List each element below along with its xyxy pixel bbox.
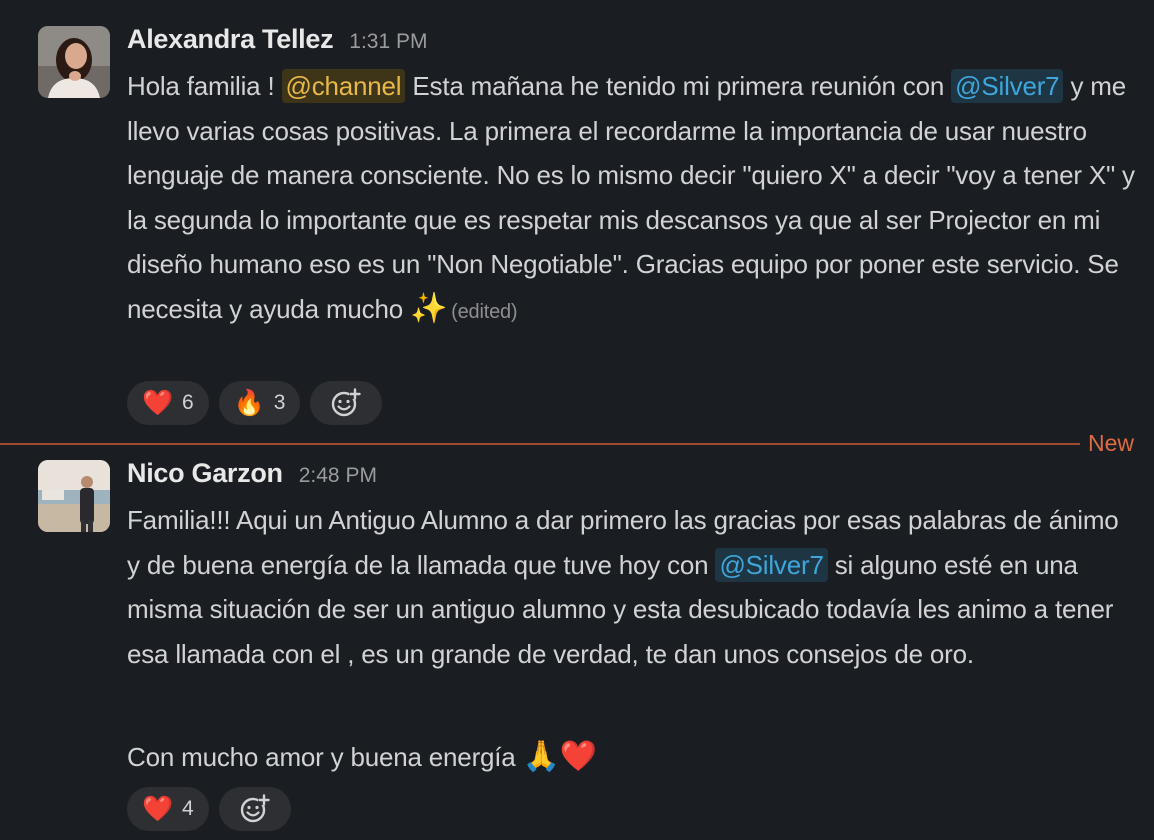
- author-name[interactable]: Alexandra Tellez: [127, 24, 334, 55]
- user-mention[interactable]: @Silver7: [715, 547, 828, 582]
- reaction-fire[interactable]: 🔥 3: [218, 381, 301, 425]
- sparkles-emoji: ✨: [410, 291, 448, 325]
- message-text: Esta mañana he tenido mi primera reunión…: [405, 71, 952, 101]
- reaction-count: 6: [182, 391, 194, 414]
- avatar[interactable]: [38, 460, 110, 532]
- new-messages-label: New: [1088, 430, 1135, 456]
- heart-emoji: ❤️: [142, 388, 174, 417]
- add-reaction-button[interactable]: [310, 381, 383, 425]
- message-body-line: Con mucho amor y buena energía 🙏❤️: [127, 735, 1137, 780]
- add-emoji-icon: [240, 794, 270, 823]
- reaction-count: 3: [273, 391, 286, 414]
- message-body: Hola familia ! @channel Esta mañana he t…: [127, 64, 1137, 334]
- heart-emoji: ❤️: [142, 794, 174, 823]
- timestamp[interactable]: 1:31 PM: [349, 30, 427, 54]
- message-text: Con mucho amor y buena energía: [127, 742, 523, 772]
- new-messages-divider: [0, 443, 1080, 445]
- message-text: Hola familia !: [127, 71, 282, 101]
- message-body: Familia!!! Aqui un Antiguo Alumno a dar …: [127, 498, 1137, 676]
- avatar[interactable]: [38, 26, 110, 98]
- edited-label: (edited): [451, 300, 518, 323]
- add-reaction-button[interactable]: [218, 787, 291, 831]
- message-text: y me llevo varias cosas positivas. La pr…: [127, 71, 1135, 324]
- fire-emoji: 🔥: [233, 388, 265, 417]
- channel-mention[interactable]: @channel: [281, 69, 406, 103]
- message-header: Alexandra Tellez 1:31 PM: [127, 24, 428, 58]
- reaction-heart[interactable]: ❤️ 4: [127, 787, 209, 831]
- pray-heart-emoji: 🙏❤️: [522, 740, 598, 773]
- reactions-bar: ❤️ 6 🔥 3: [127, 381, 383, 425]
- reaction-count: 4: [182, 797, 194, 820]
- add-emoji-icon: [332, 388, 362, 417]
- timestamp[interactable]: 2:48 PM: [299, 464, 377, 488]
- user-mention[interactable]: @Silver7: [951, 69, 1064, 103]
- reactions-bar: ❤️ 4: [127, 787, 291, 831]
- message-header: Nico Garzon 2:48 PM: [127, 458, 377, 492]
- author-name[interactable]: Nico Garzon: [127, 458, 283, 489]
- reaction-heart[interactable]: ❤️ 6: [127, 381, 209, 425]
